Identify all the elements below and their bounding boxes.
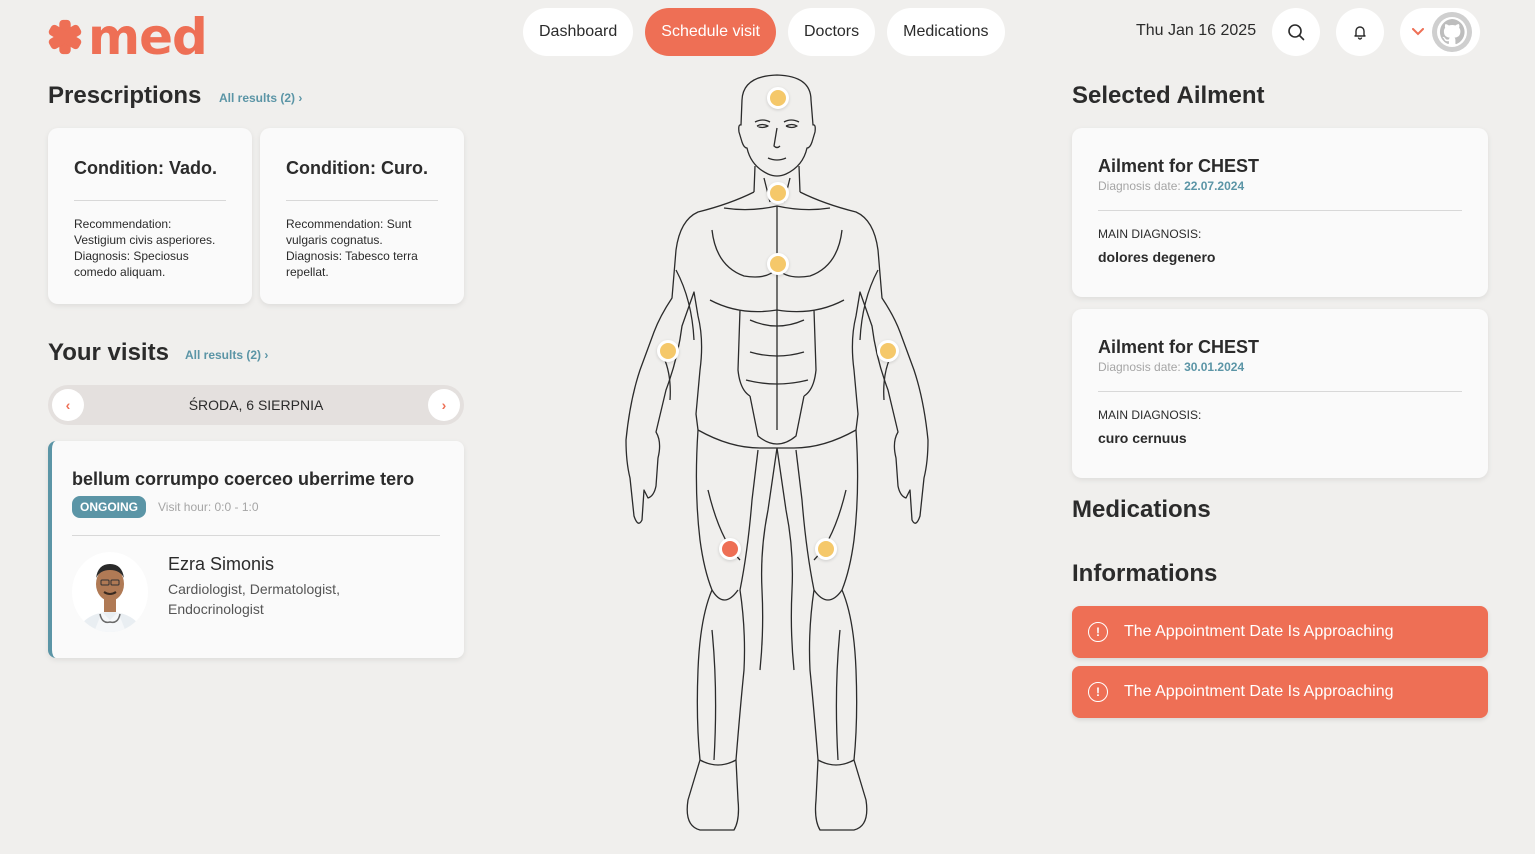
notifications-button[interactable] [1336,8,1384,56]
body-point-chest[interactable] [767,253,789,275]
doctor-info: Ezra Simonis Cardiologist, Dermatologist… [72,552,440,632]
chevron-right-icon[interactable]: › [428,389,460,421]
body-point-left-thigh[interactable] [815,538,837,560]
body-point-left-elbow[interactable] [877,340,899,362]
body-point-neck[interactable] [767,182,789,204]
user-menu[interactable] [1400,8,1480,56]
ailment-title: Ailment for CHEST [1098,337,1260,357]
nav-schedule-visit[interactable]: Schedule visit [645,8,776,56]
info-alert-text: The Appointment Date Is Approaching [1124,623,1394,640]
body-point-head[interactable] [767,87,789,109]
diagnosis-date: Diagnosis date: 30.01.2024 [1098,360,1245,374]
chevron-down-icon [1412,28,1424,36]
alert-circle-icon: ! [1088,622,1108,642]
visits-all-results-link[interactable]: All results (2) › [185,348,268,362]
body-point-right-elbow[interactable] [657,340,679,362]
visits-title: Your visits [48,339,169,366]
informations-title: Informations [1072,560,1218,587]
search-button[interactable] [1272,8,1320,56]
ailment-card[interactable]: Ailment for CHEST Diagnosis date: 22.07.… [1072,128,1488,297]
visit-title: bellum corrumpo coerceo uberrime tero [72,469,415,489]
divider [74,200,226,201]
medications-title: Medications [1072,496,1211,523]
current-date: Thu Jan 16 2025 [1136,22,1257,39]
main-diagnosis-value: dolores degenero [1098,249,1216,265]
visit-date-label: ŚRODA, 6 SIERPNIA [188,397,324,413]
main-diagnosis-label: MAIN DIAGNOSIS: [1098,227,1202,241]
body-point-right-thigh[interactable] [719,538,741,560]
prescription-body: Recommendation: Sunt vulgaris cognatus. … [286,217,418,279]
prescription-body: Recommendation: Vestigium civis asperior… [74,217,216,279]
ailment-title: Ailment for CHEST [1098,156,1260,176]
asterisk-logo-icon [48,19,82,55]
divider [1098,210,1462,211]
doctor-specialization: Cardiologist, Dermatologist, Endocrinolo… [168,581,340,617]
avatar [1432,12,1472,52]
doctor-name: Ezra Simonis [168,554,275,574]
ailment-card[interactable]: Ailment for CHEST Diagnosis date: 30.01.… [1072,309,1488,478]
selected-ailment-title: Selected Ailment [1072,82,1265,109]
logo-text: med [88,8,208,66]
main-diagnosis-label: MAIN DIAGNOSIS: [1098,408,1202,422]
prescriptions-title: Prescriptions [48,82,202,109]
github-avatar-icon [1432,12,1472,52]
prescriptions-all-results-link[interactable]: All results (2) › [219,91,302,105]
prescription-title: Condition: Curo. [286,158,428,178]
divider [1098,391,1462,392]
visit-hour: Visit hour: 0:0 - 1:0 [158,500,259,514]
logo[interactable]: med [46,8,208,66]
divider [286,200,438,201]
nav-medications[interactable]: Medications [887,8,1005,56]
main-diagnosis-value: curo cernuus [1098,430,1187,446]
nav-dashboard[interactable]: Dashboard [523,8,634,56]
prescription-card[interactable]: Condition: Curo. Recommendation: Sunt vu… [260,128,464,304]
body-map [600,70,950,840]
status-badge: ONGOING [72,496,147,518]
prescription-title: Condition: Vado. [74,158,217,178]
chevron-left-icon[interactable]: ‹ [52,389,84,421]
info-alert-text: The Appointment Date Is Approaching [1124,683,1394,700]
prescription-card[interactable]: Condition: Vado. Recommendation: Vestigi… [48,128,252,304]
diagnosis-date: Diagnosis date: 22.07.2024 [1098,179,1245,193]
info-alert[interactable]: ! The Appointment Date Is Approaching [1072,666,1488,718]
nav-doctors[interactable]: Doctors [788,8,876,56]
divider [72,535,440,536]
bell-icon [1354,26,1366,40]
info-alert[interactable]: ! The Appointment Date Is Approaching [1072,606,1488,658]
visit-card[interactable]: bellum corrumpo coerceo uberrime tero ON… [48,441,464,658]
visit-date-switcher: ‹ ŚRODA, 6 SIERPNIA › [48,385,464,425]
alert-circle-icon: ! [1088,682,1108,702]
main-nav: Dashboard Schedule visit Doctors Medicat… [523,8,1005,56]
search-icon [1288,24,1305,41]
doctor-photo [72,552,148,632]
